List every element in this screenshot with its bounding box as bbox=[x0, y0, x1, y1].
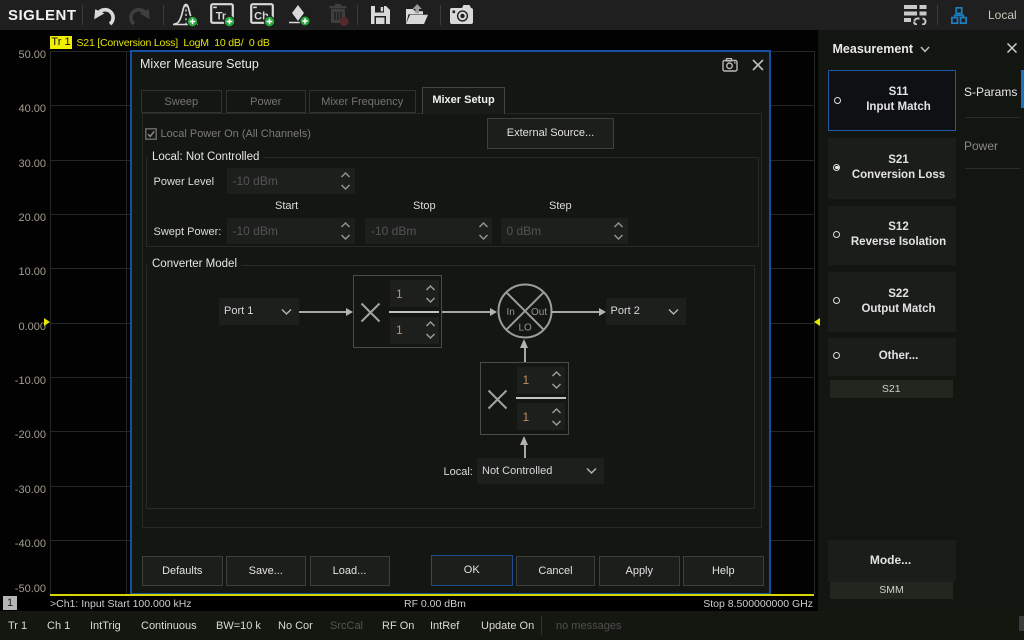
svg-text:Out: Out bbox=[531, 307, 547, 318]
svg-text:LO: LO bbox=[519, 322, 533, 333]
svg-text:In: In bbox=[507, 307, 515, 318]
